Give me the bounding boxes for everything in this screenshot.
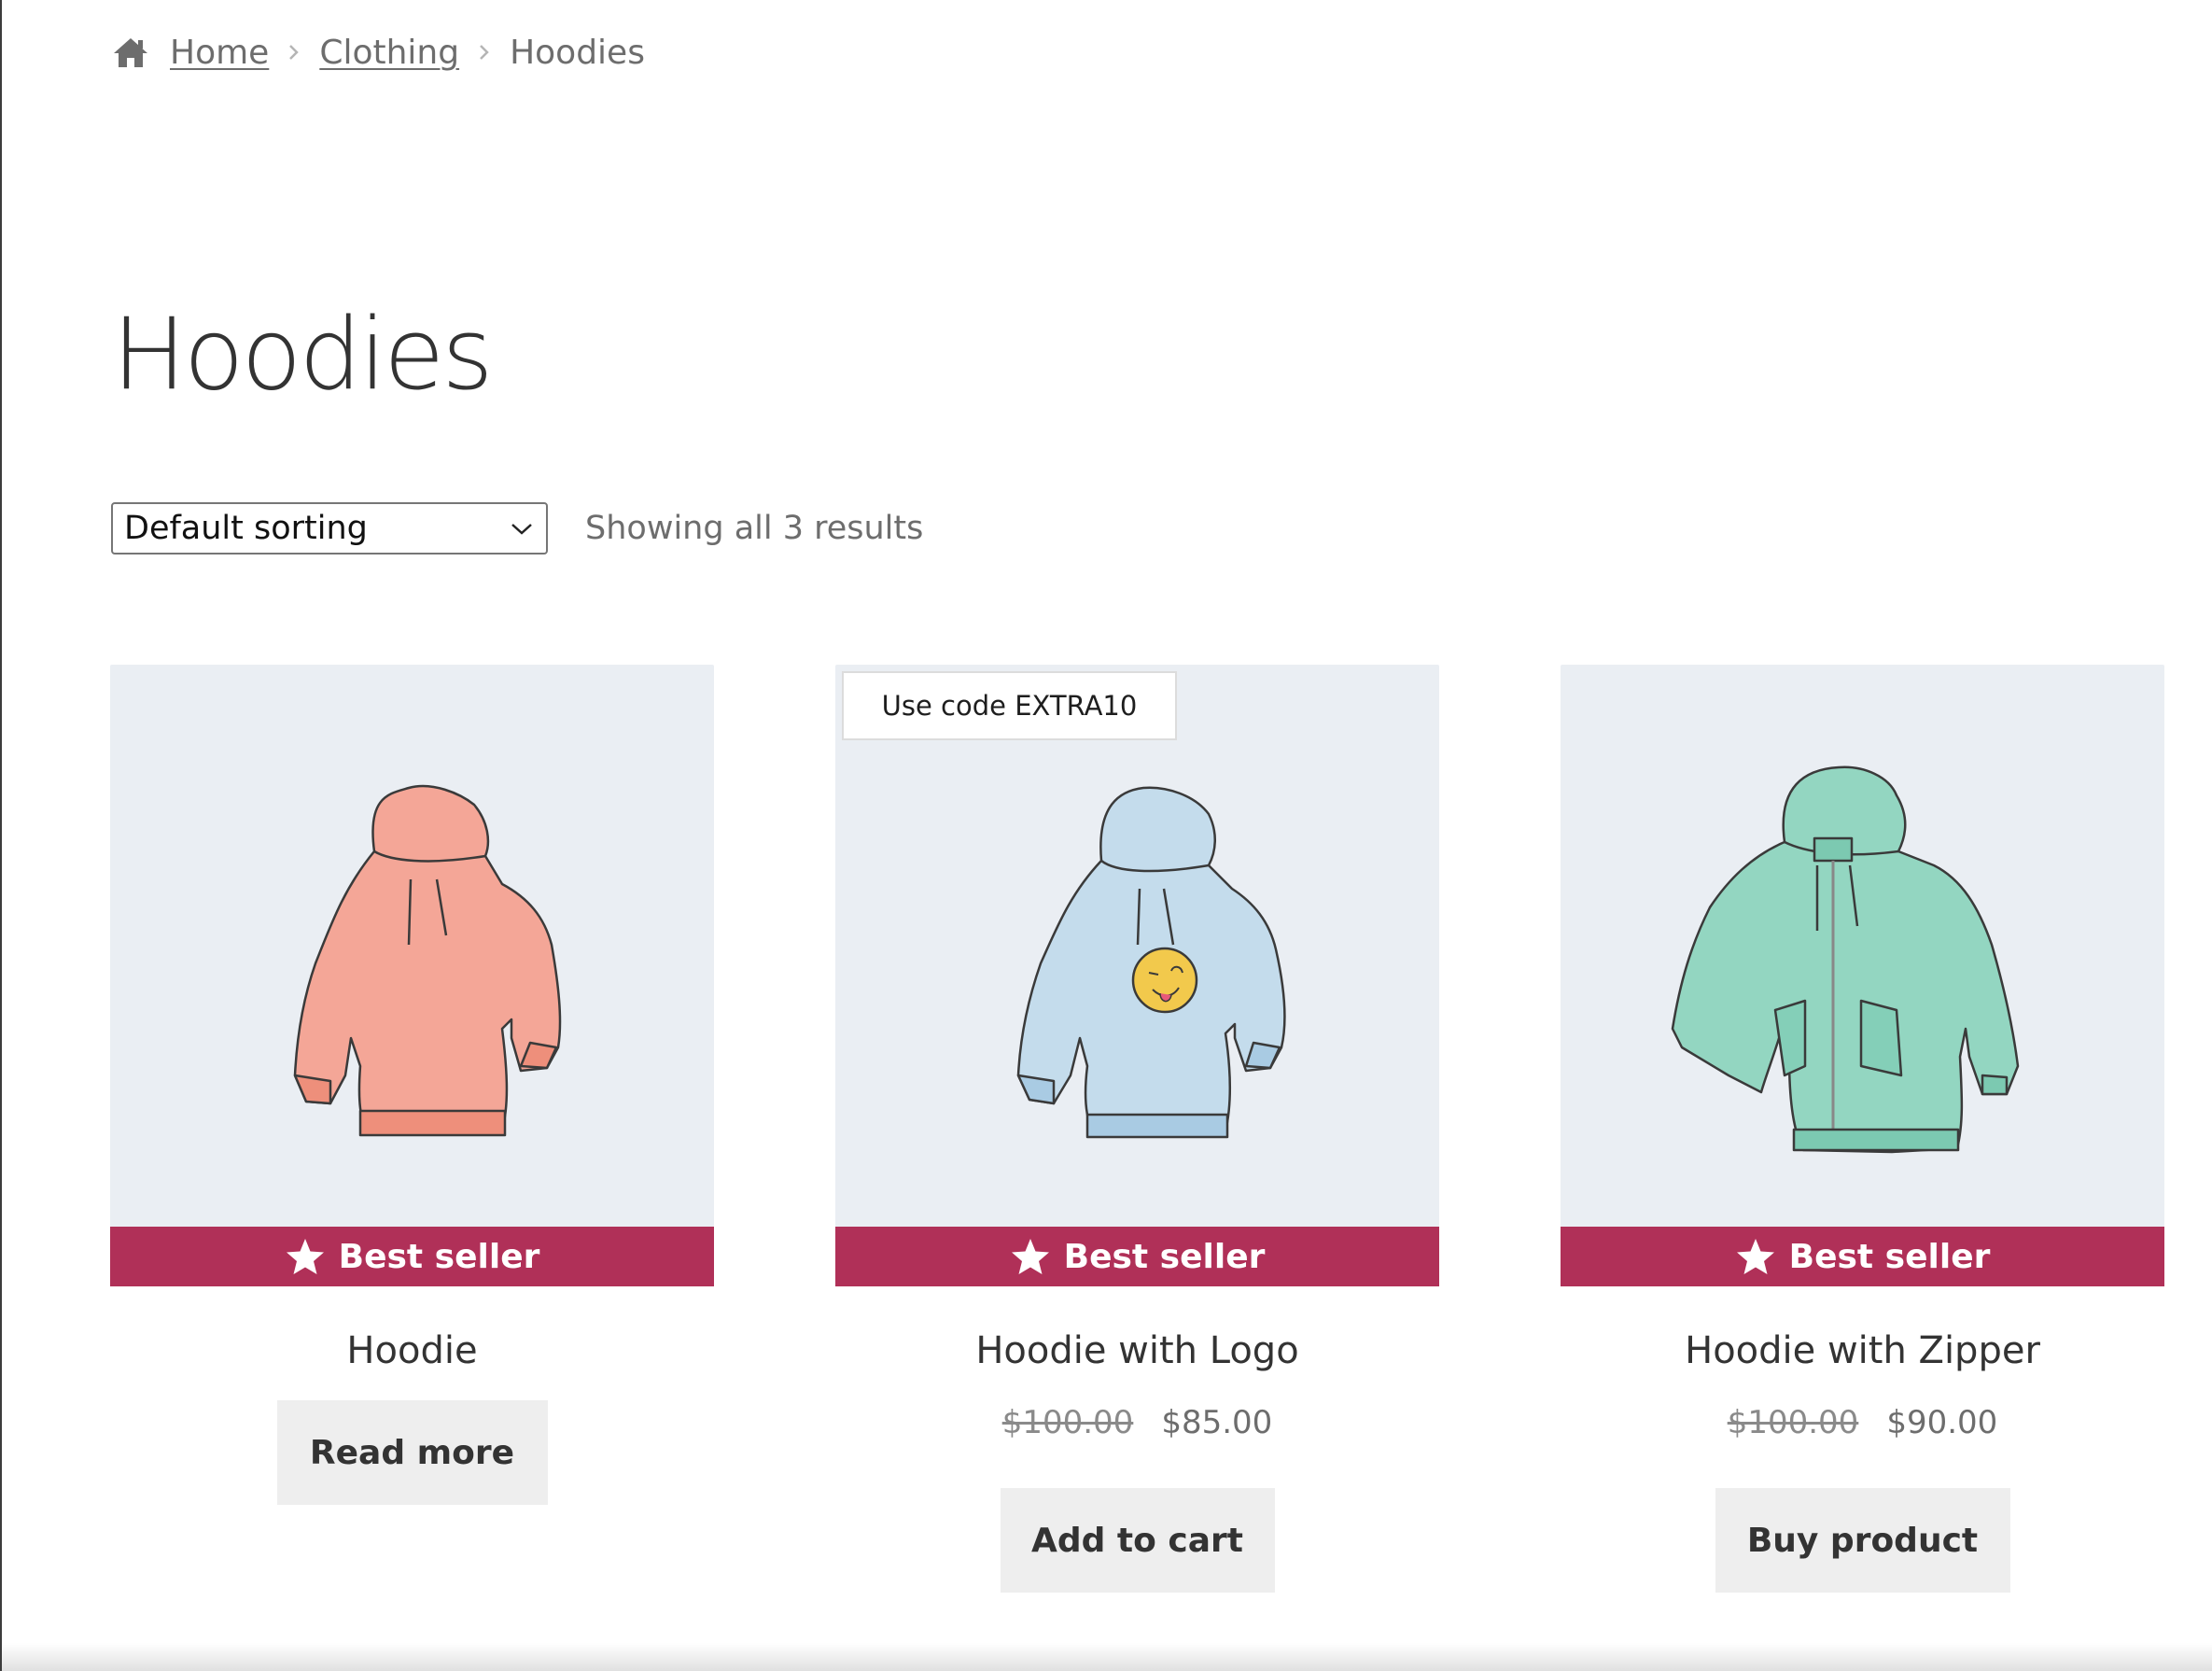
best-seller-badge: Best seller bbox=[110, 1227, 714, 1286]
home-icon[interactable] bbox=[112, 35, 149, 69]
sale-price: $85.00 bbox=[1161, 1404, 1273, 1441]
hoodie-image bbox=[293, 784, 562, 1137]
page-title: Hoodies bbox=[112, 297, 494, 412]
product-price: $100.00 $90.00 bbox=[1561, 1402, 2164, 1443]
product-price: $100.00 $85.00 bbox=[835, 1402, 1439, 1443]
hoodie-with-zipper-image bbox=[1671, 765, 2020, 1154]
bottom-shadow bbox=[2, 1643, 2212, 1671]
coupon-label: Use code EXTRA10 bbox=[842, 671, 1177, 740]
sorting-selected-value: Default sorting bbox=[124, 510, 368, 547]
original-price: $100.00 bbox=[1001, 1404, 1134, 1441]
hoodie-with-logo-image bbox=[1016, 786, 1286, 1139]
badge-label: Best seller bbox=[1788, 1237, 1991, 1276]
read-more-button[interactable]: Read more bbox=[276, 1400, 548, 1505]
buy-product-button[interactable]: Buy product bbox=[1715, 1488, 2010, 1593]
chevron-down-icon bbox=[511, 524, 532, 535]
product-name[interactable]: Hoodie with Logo bbox=[835, 1327, 1439, 1374]
product-card-hoodie-with-logo: Use code EXTRA10 Best seller Hoodie with… bbox=[835, 665, 1439, 1593]
star-icon bbox=[1011, 1239, 1049, 1274]
page: Home Clothing Hoodies Hoodies Default so… bbox=[0, 0, 2212, 1671]
best-seller-badge: Best seller bbox=[1561, 1227, 2164, 1286]
sale-price: $90.00 bbox=[1886, 1404, 1998, 1441]
chevron-right-icon bbox=[289, 45, 300, 60]
star-icon bbox=[286, 1239, 324, 1274]
badge-label: Best seller bbox=[1063, 1237, 1266, 1276]
badge-label: Best seller bbox=[338, 1237, 540, 1276]
breadcrumb-current: Hoodies bbox=[510, 33, 645, 72]
breadcrumb-clothing-link[interactable]: Clothing bbox=[319, 34, 459, 72]
best-seller-badge: Best seller bbox=[835, 1227, 1439, 1286]
breadcrumb: Home Clothing Hoodies bbox=[112, 26, 645, 78]
star-icon bbox=[1736, 1239, 1774, 1274]
product-image-link[interactable]: Use code EXTRA10 bbox=[835, 665, 1439, 1227]
product-image-link[interactable] bbox=[1561, 665, 2164, 1227]
result-count: Showing all 3 results bbox=[585, 510, 924, 547]
add-to-cart-button[interactable]: Add to cart bbox=[1000, 1488, 1275, 1593]
original-price: $100.00 bbox=[1727, 1404, 1859, 1441]
product-card-hoodie-with-zipper: Best seller Hoodie with Zipper $100.00 $9… bbox=[1561, 665, 2164, 1593]
product-name[interactable]: Hoodie bbox=[110, 1327, 714, 1374]
product-card-hoodie: Best seller Hoodie Read more bbox=[110, 665, 714, 1505]
product-image-link[interactable] bbox=[110, 665, 714, 1227]
breadcrumb-home-link[interactable]: Home bbox=[170, 34, 269, 72]
chevron-right-icon bbox=[480, 45, 489, 60]
sorting-select[interactable]: Default sorting bbox=[111, 502, 548, 555]
product-name[interactable]: Hoodie with Zipper bbox=[1561, 1327, 2164, 1374]
